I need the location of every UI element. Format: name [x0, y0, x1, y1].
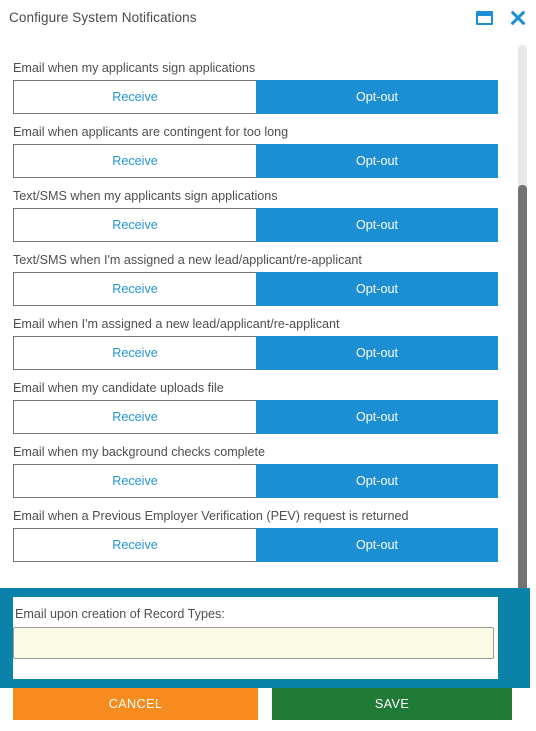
notification-row: Email when a Previous Employer Verificat… — [0, 502, 510, 566]
notification-label: Email when I'm assigned a new lead/appli… — [13, 317, 340, 331]
receive-button[interactable]: Receive — [13, 400, 256, 434]
notification-toggle-group: Receive Opt-out — [13, 336, 498, 370]
notification-row: Email when applicants are contingent for… — [0, 118, 510, 182]
notification-label: Email when applicants are contingent for… — [13, 125, 289, 139]
notification-row: Email when I'm assigned a new lead/appli… — [0, 310, 510, 374]
opt-out-button[interactable]: Opt-out — [256, 464, 498, 498]
notification-label: Email when a Previous Employer Verificat… — [13, 509, 409, 523]
titlebar-actions — [472, 6, 530, 30]
close-button[interactable] — [506, 6, 530, 30]
receive-button[interactable]: Receive — [13, 528, 256, 562]
notification-row: Email when my applicants sign applicatio… — [0, 54, 510, 118]
notification-row: Text/SMS when I'm assigned a new lead/ap… — [0, 246, 510, 310]
record-types-label: Email upon creation of Record Types: — [15, 607, 225, 621]
opt-out-button[interactable]: Opt-out — [256, 336, 498, 370]
notification-toggle-group: Receive Opt-out — [13, 144, 498, 178]
receive-button[interactable]: Receive — [13, 272, 256, 306]
dialog-title: Configure System Notifications — [9, 10, 197, 25]
receive-button[interactable]: Receive — [13, 208, 256, 242]
record-types-highlight-panel: Email upon creation of Record Types: — [0, 588, 530, 688]
notification-toggle-group: Receive Opt-out — [13, 464, 498, 498]
cancel-button[interactable]: CANCEL — [13, 688, 258, 720]
close-icon — [510, 10, 526, 26]
record-types-input[interactable] — [13, 627, 494, 659]
opt-out-button[interactable]: Opt-out — [256, 528, 498, 562]
notification-toggle-group: Receive Opt-out — [13, 400, 498, 434]
opt-out-button[interactable]: Opt-out — [256, 144, 498, 178]
notification-label: Email when my candidate uploads file — [13, 381, 224, 395]
notification-row: Text/SMS when my applicants sign applica… — [0, 182, 510, 246]
receive-button[interactable]: Receive — [13, 80, 256, 114]
notification-toggle-group: Receive Opt-out — [13, 208, 498, 242]
notifications-scroll-region[interactable]: ReceiveOpt-outEmail when my applicants s… — [0, 36, 536, 588]
notification-toggle-group: Receive Opt-out — [13, 528, 498, 562]
notification-toggle-group: Receive Opt-out — [13, 80, 498, 114]
window-restore-icon — [475, 11, 493, 25]
dialog-titlebar: Configure System Notifications — [0, 0, 536, 36]
notification-label: Email when my background checks complete — [13, 445, 265, 459]
opt-out-button[interactable]: Opt-out — [256, 272, 498, 306]
receive-button[interactable]: Receive — [13, 464, 256, 498]
receive-button[interactable]: Receive — [13, 144, 256, 178]
receive-button[interactable]: Receive — [13, 336, 256, 370]
configure-system-notifications-dialog: Configure System Notifications ReceiveOp… — [0, 0, 536, 731]
notification-label: Text/SMS when I'm assigned a new lead/ap… — [13, 253, 362, 267]
notification-row: Email when my candidate uploads file Rece… — [0, 374, 510, 438]
save-button[interactable]: SAVE — [272, 688, 512, 720]
dialog-footer: CANCEL SAVE — [0, 688, 536, 731]
opt-out-button[interactable]: Opt-out — [256, 80, 498, 114]
notification-row: Email when my background checks complete… — [0, 438, 510, 502]
notification-toggle-group: Receive Opt-out — [13, 272, 498, 306]
opt-out-button[interactable]: Opt-out — [256, 400, 498, 434]
notification-label: Email when my applicants sign applicatio… — [13, 61, 256, 75]
record-types-panel: Email upon creation of Record Types: — [13, 597, 498, 679]
notifications-list: ReceiveOpt-outEmail when my applicants s… — [0, 36, 510, 566]
notification-row: ReceiveOpt-out — [0, 36, 510, 54]
opt-out-button[interactable]: Opt-out — [256, 208, 498, 242]
maximize-button[interactable] — [472, 6, 496, 30]
notification-label: Text/SMS when my applicants sign applica… — [13, 189, 278, 203]
